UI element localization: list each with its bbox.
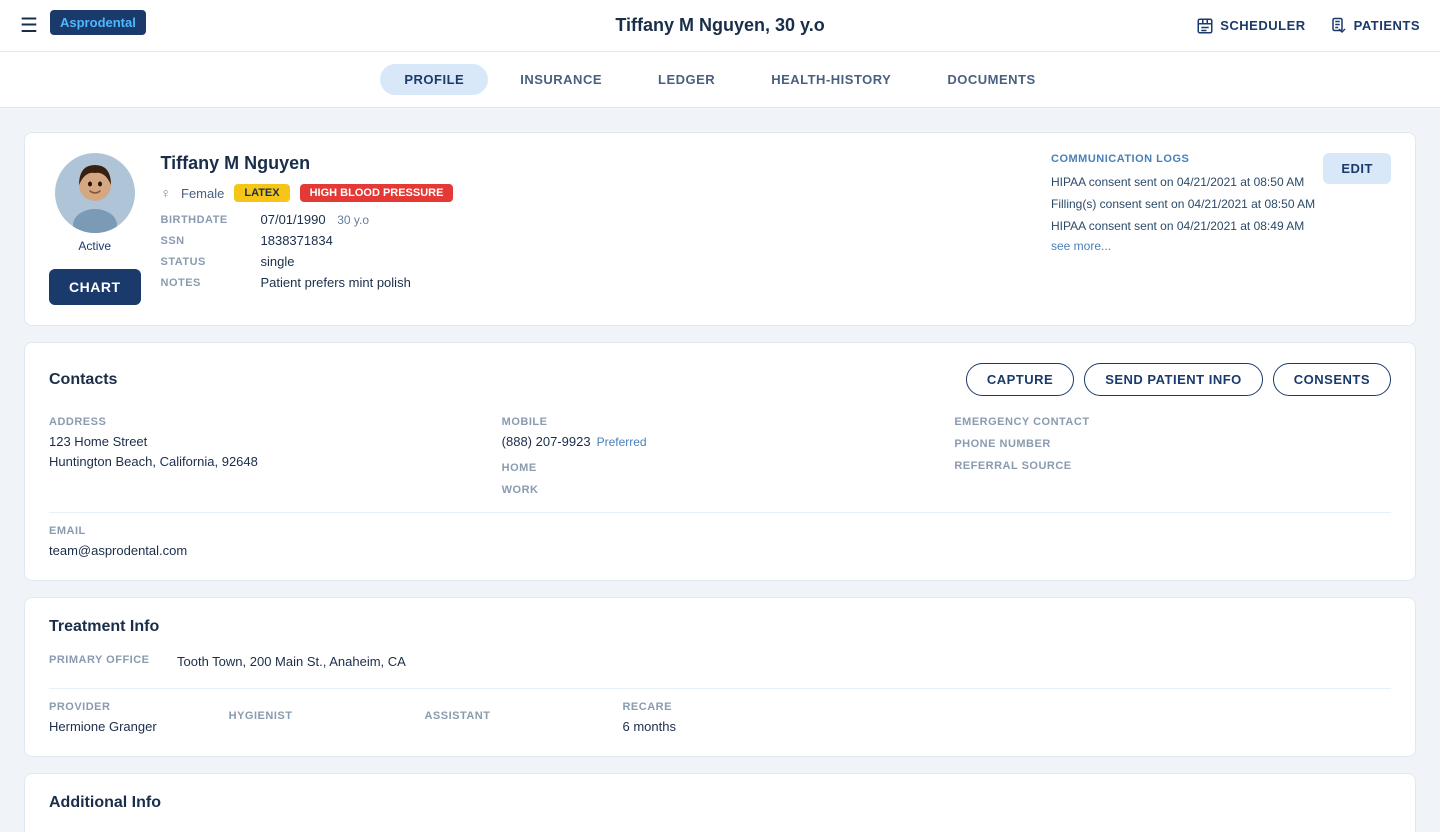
main-content: Active CHART Tiffany M Nguyen ♀ Female L… — [0, 108, 1440, 832]
tab-bar: PROFILE INSURANCE LEDGER HEALTH-HISTORY … — [0, 52, 1440, 108]
referral-label: REFERRAL SOURCE — [954, 460, 1391, 472]
contacts-section-header: Contacts CAPTURE SEND PATIENT INFO CONSE… — [49, 363, 1391, 396]
consents-button[interactable]: CONSENTS — [1273, 363, 1391, 396]
address-value: 123 Home Street Huntington Beach, Califo… — [49, 432, 486, 471]
hygienist-label: HYGIENIST — [229, 710, 293, 722]
patient-info-grid: BIRTHDATE 07/01/1990 30 y.o SSN 18383718… — [161, 212, 1032, 290]
primary-office-label: PRIMARY OFFICE — [49, 654, 169, 666]
contacts-grid: ADDRESS 123 Home Street Huntington Beach… — [49, 416, 1391, 500]
comm-log-item-2: Filling(s) consent sent on 04/21/2021 at… — [1051, 195, 1391, 213]
recare-field: RECARE 6 months — [622, 701, 675, 737]
gender-icon: ♀ — [161, 185, 172, 201]
birthdate-value: 07/01/1990 30 y.o — [261, 212, 1032, 227]
recare-value: 6 months — [622, 717, 675, 737]
nav-right: SCHEDULER PATIENTS — [1196, 17, 1420, 35]
additional-info-section: Additional Info — [24, 773, 1416, 832]
communication-logs: COMMUNICATION LOGS HIPAA consent sent on… — [1051, 153, 1391, 253]
patients-icon — [1330, 17, 1348, 35]
work-label: WORK — [502, 484, 939, 496]
tab-profile[interactable]: PROFILE — [380, 64, 488, 95]
ssn-value: 1838371834 — [261, 233, 1032, 248]
blood-pressure-badge: HIGH BLOOD PRESSURE — [300, 184, 454, 202]
patient-title: Tiffany M Nguyen, 30 y.o — [615, 15, 824, 36]
hygienist-field: HYGIENIST — [229, 710, 293, 726]
provider-row: PROVIDER Hermione Granger HYGIENIST ASSI… — [49, 701, 1391, 737]
provider-field: PROVIDER Hermione Granger — [49, 701, 157, 737]
assistant-field: ASSISTANT — [424, 710, 490, 726]
marital-status-value: single — [261, 254, 1032, 269]
capture-button[interactable]: CAPTURE — [966, 363, 1074, 396]
email-label: EMAIL — [49, 525, 187, 537]
hamburger-icon[interactable]: ☰ — [20, 13, 38, 38]
tab-health-history[interactable]: HEALTH-HISTORY — [747, 64, 915, 95]
address-label: ADDRESS — [49, 416, 486, 428]
treatment-title: Treatment Info — [49, 618, 1391, 636]
ssn-label: SSN — [161, 233, 261, 248]
latex-badge: LATEX — [234, 184, 289, 202]
treatment-divider — [49, 688, 1391, 689]
email-field: EMAIL team@asprodental.com — [49, 525, 187, 561]
mobile-preferred: Preferred — [597, 433, 647, 451]
emergency-label: EMERGENCY CONTACT — [954, 416, 1391, 428]
emergency-field: EMERGENCY CONTACT PHONE NUMBER REFERRAL … — [954, 416, 1391, 500]
contacts-title: Contacts — [49, 371, 117, 389]
avatar-image — [55, 153, 135, 233]
see-more-link[interactable]: see more... — [1051, 239, 1391, 253]
birthdate-label: BIRTHDATE — [161, 212, 261, 227]
patients-nav-btn[interactable]: PATIENTS — [1330, 17, 1420, 35]
email-value: team@asprodental.com — [49, 541, 187, 561]
assistant-label: ASSISTANT — [424, 710, 490, 722]
provider-label: PROVIDER — [49, 701, 157, 713]
gender-row: ♀ Female LATEX HIGH BLOOD PRESSURE — [161, 184, 1032, 202]
email-row: EMAIL team@asprodental.com — [49, 525, 1391, 561]
scheduler-icon — [1196, 17, 1214, 35]
work-field: WORK — [502, 484, 939, 496]
mobile-row: (888) 207-9923 Preferred — [502, 432, 939, 452]
phone-number-label: PHONE NUMBER — [954, 438, 1391, 450]
contacts-section: Contacts CAPTURE SEND PATIENT INFO CONSE… — [24, 342, 1416, 581]
provider-value: Hermione Granger — [49, 717, 157, 737]
gender-label: Female — [181, 186, 224, 201]
profile-info: Tiffany M Nguyen ♀ Female LATEX HIGH BLO… — [161, 153, 1032, 290]
avatar-container: Active CHART — [49, 153, 141, 305]
address-field: ADDRESS 123 Home Street Huntington Beach… — [49, 416, 486, 500]
app-logo: Asprodental — [50, 10, 146, 35]
send-patient-info-button[interactable]: SEND PATIENT INFO — [1084, 363, 1263, 396]
active-badge: Active — [78, 239, 111, 253]
contacts-action-buttons: CAPTURE SEND PATIENT INFO CONSENTS — [966, 363, 1391, 396]
divider — [49, 512, 1391, 513]
referral-field: REFERRAL SOURCE — [954, 460, 1391, 472]
mobile-field: MOBILE (888) 207-9923 Preferred HOME WOR… — [502, 416, 939, 500]
avatar — [55, 153, 135, 233]
profile-header-card: Active CHART Tiffany M Nguyen ♀ Female L… — [24, 132, 1416, 326]
tab-insurance[interactable]: INSURANCE — [496, 64, 626, 95]
tab-documents[interactable]: DOCUMENTS — [923, 64, 1059, 95]
notes-label: NOTES — [161, 275, 261, 290]
status-label: STATUS — [161, 254, 261, 269]
mobile-label: MOBILE — [502, 416, 939, 428]
comm-log-item-3: HIPAA consent sent on 04/21/2021 at 08:4… — [1051, 217, 1391, 235]
chart-button[interactable]: CHART — [49, 269, 141, 305]
edit-button[interactable]: EDIT — [1323, 153, 1391, 184]
mobile-value: (888) 207-9923 — [502, 432, 591, 452]
treatment-info-section: Treatment Info PRIMARY OFFICE Tooth Town… — [24, 597, 1416, 757]
recare-label: RECARE — [622, 701, 675, 713]
phone-number-field: PHONE NUMBER — [954, 438, 1391, 450]
top-nav: ☰ Asprodental Tiffany M Nguyen, 30 y.o S… — [0, 0, 1440, 52]
notes-value: Patient prefers mint polish — [261, 275, 1032, 290]
scheduler-nav-btn[interactable]: SCHEDULER — [1196, 17, 1305, 35]
patient-name: Tiffany M Nguyen — [161, 153, 1032, 174]
primary-office-row: PRIMARY OFFICE Tooth Town, 200 Main St.,… — [49, 652, 1391, 672]
tab-ledger[interactable]: LEDGER — [634, 64, 739, 95]
home-label: HOME — [502, 462, 939, 474]
primary-office-value: Tooth Town, 200 Main St., Anaheim, CA — [177, 652, 406, 672]
home-field: HOME — [502, 462, 939, 474]
